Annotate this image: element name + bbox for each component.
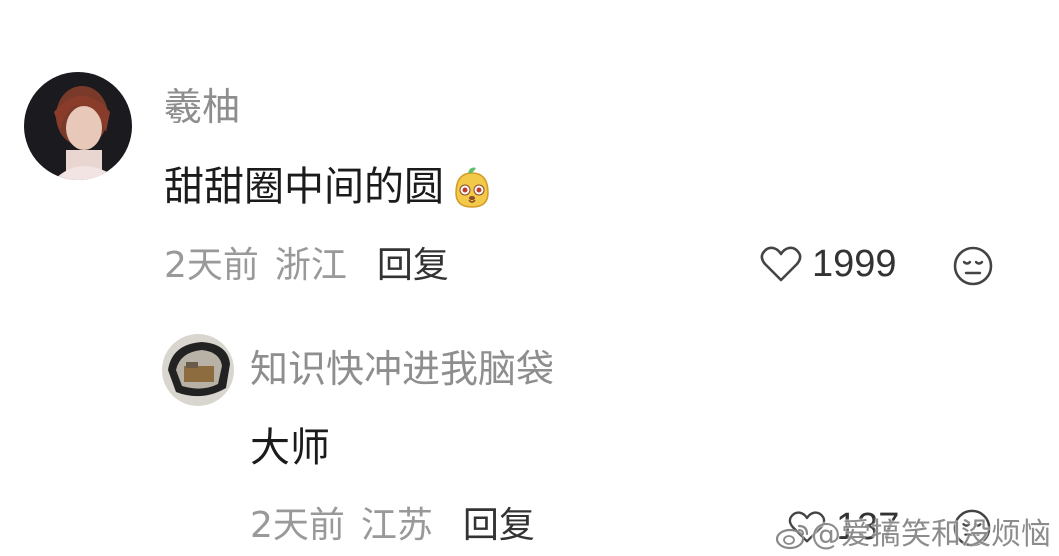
comment-like-button[interactable]: 1999 (760, 245, 897, 283)
comment-time: 2天前 (164, 245, 259, 286)
comment-reply-button[interactable]: 回复 (377, 248, 449, 284)
reply-text-label: 大师 (250, 425, 330, 471)
comment-text: 甜甜圈中间的圆 (164, 163, 496, 211)
comment-username[interactable]: 羲柚 (164, 88, 240, 126)
reply-avatar[interactable] (162, 334, 234, 406)
watermark: @爱搞笑和没烦恼 (775, 520, 1051, 550)
comment-location: 浙江 (274, 245, 347, 286)
unhappy-face-icon (952, 245, 994, 287)
reply-meta: 2天前 江苏 回复 (250, 508, 535, 544)
comment-dislike-button[interactable] (952, 245, 994, 291)
reply-reply-button[interactable]: 回复 (463, 508, 535, 544)
watermark-text: @爱搞笑和没烦恼 (811, 517, 1051, 552)
heart-icon (760, 245, 802, 283)
comment-text-label: 甜甜圈中间的圆 (164, 164, 444, 210)
reply-username[interactable]: 知识快冲进我脑袋 (250, 350, 554, 388)
reply-time: 2天前 (250, 505, 345, 546)
reply-text: 大师 (250, 428, 330, 468)
sticker-face-emoji-icon (448, 163, 496, 211)
reply-location: 江苏 (360, 505, 433, 546)
comment-meta: 2天前 浙江 回复 (164, 248, 449, 284)
weibo-icon (775, 520, 811, 550)
comment-like-count: 1999 (812, 243, 897, 285)
comment-avatar[interactable] (24, 72, 132, 180)
